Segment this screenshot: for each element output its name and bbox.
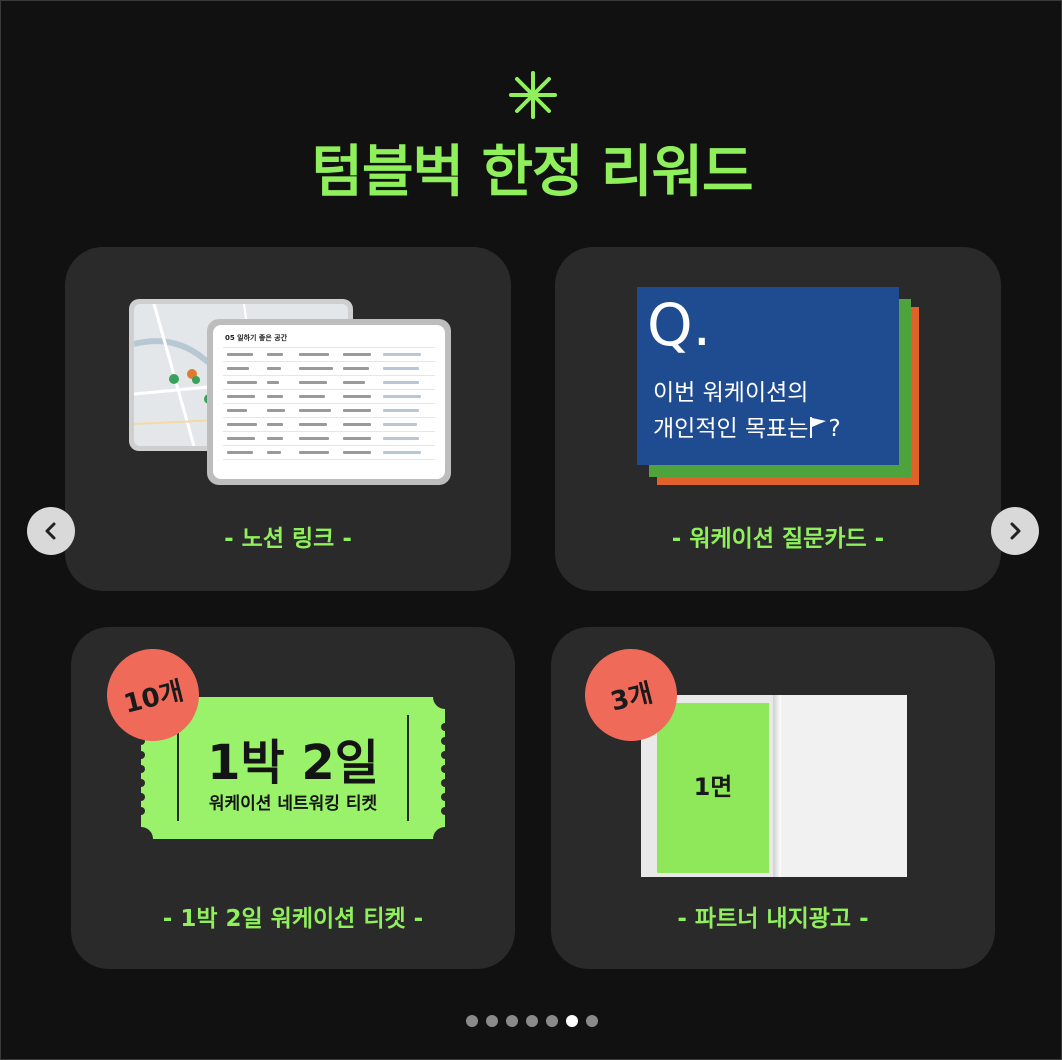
book-right-page bbox=[777, 695, 907, 877]
page-label: 1면 bbox=[693, 773, 733, 801]
reward-caption: - 워케이션 질문카드 - bbox=[671, 526, 885, 552]
pagination-dot[interactable] bbox=[466, 1015, 478, 1027]
question-line-2: 개인적인 목표는? bbox=[653, 416, 841, 442]
asterisk-icon bbox=[509, 71, 557, 119]
pagination-dot[interactable] bbox=[486, 1015, 498, 1027]
pagination-dot[interactable] bbox=[506, 1015, 518, 1027]
pagination-dots bbox=[1, 1015, 1061, 1027]
chevron-left-icon bbox=[45, 522, 56, 540]
question-line-1: 이번 워케이션의 bbox=[653, 380, 809, 406]
reward-card-question-card: Q. 이번 워케이션의 개인적인 목표는? - 워케이션 질문카드 - bbox=[555, 247, 1001, 591]
question-mark-label: Q. bbox=[647, 291, 712, 359]
reward-card-partner-ad: 1면 3개 - 파트너 내지광고 - bbox=[551, 627, 995, 969]
book-spine bbox=[773, 695, 781, 877]
question-card: Q. 이번 워케이션의 개인적인 목표는? bbox=[637, 287, 899, 465]
next-button[interactable] bbox=[991, 507, 1039, 555]
reward-caption: - 1박 2일 워케이션 티켓 - bbox=[162, 906, 424, 932]
ticket-subtitle: 워케이션 네트워킹 티켓 bbox=[208, 794, 378, 814]
page-title: 텀블벅 한정 리워드 bbox=[311, 140, 753, 205]
pagination-dot-active[interactable] bbox=[566, 1015, 578, 1027]
chevron-right-icon bbox=[1010, 522, 1021, 540]
question-text: 이번 워케이션의 개인적인 목표는? bbox=[653, 375, 841, 447]
pagination-dot[interactable] bbox=[586, 1015, 598, 1027]
reward-caption: - 노션 링크 - bbox=[224, 526, 352, 552]
reward-card-notion-link: 05 일하기 좋은 공간 - 노션 링크 - bbox=[65, 247, 511, 591]
table-title: 05 일하기 좋은 공간 bbox=[225, 334, 288, 342]
prev-button[interactable] bbox=[27, 507, 75, 555]
ticket-title: 1박 2일 bbox=[207, 735, 379, 791]
notion-table-screenshot: 05 일하기 좋은 공간 bbox=[207, 319, 451, 485]
flag-icon bbox=[810, 417, 827, 438]
pagination-dot[interactable] bbox=[526, 1015, 538, 1027]
carousel-slide: 텀블벅 한정 리워드 05 일하기 좋은 공간 - 노션 링크 - Q. 이번 … bbox=[0, 0, 1062, 1060]
reward-caption: - 파트너 내지광고 - bbox=[677, 906, 869, 932]
pagination-dot[interactable] bbox=[546, 1015, 558, 1027]
reward-card-ticket: 1박 2일 워케이션 네트워킹 티켓 10개 - 1박 2일 워케이션 티켓 - bbox=[71, 627, 515, 969]
